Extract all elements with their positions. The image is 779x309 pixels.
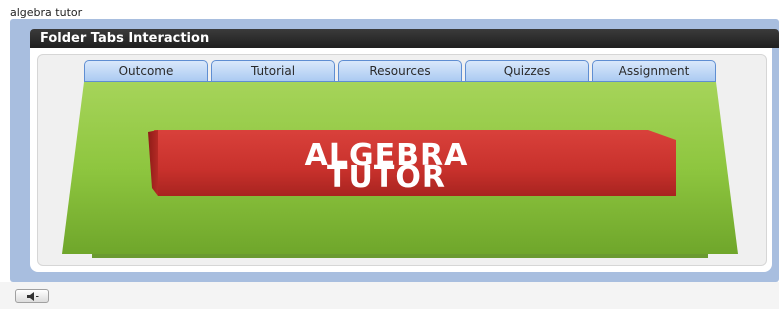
tab-outcome[interactable]: Outcome <box>84 60 208 82</box>
tab-resources[interactable]: Resources <box>338 60 462 82</box>
tab-tutorial[interactable]: Tutorial <box>211 60 335 82</box>
speaker-icon <box>27 292 39 301</box>
tab-assignment[interactable]: Assignment <box>592 60 716 82</box>
bottom-toolbar <box>0 282 779 309</box>
banner-title-line2: TUTOR <box>327 160 446 195</box>
window-title: Folder Tabs Interaction <box>40 31 210 46</box>
tab-quizzes[interactable]: Quizzes <box>465 60 589 82</box>
app-title: algebra tutor <box>10 6 83 19</box>
window-titlebar: Folder Tabs Interaction <box>30 29 779 48</box>
sound-button[interactable] <box>15 289 49 303</box>
